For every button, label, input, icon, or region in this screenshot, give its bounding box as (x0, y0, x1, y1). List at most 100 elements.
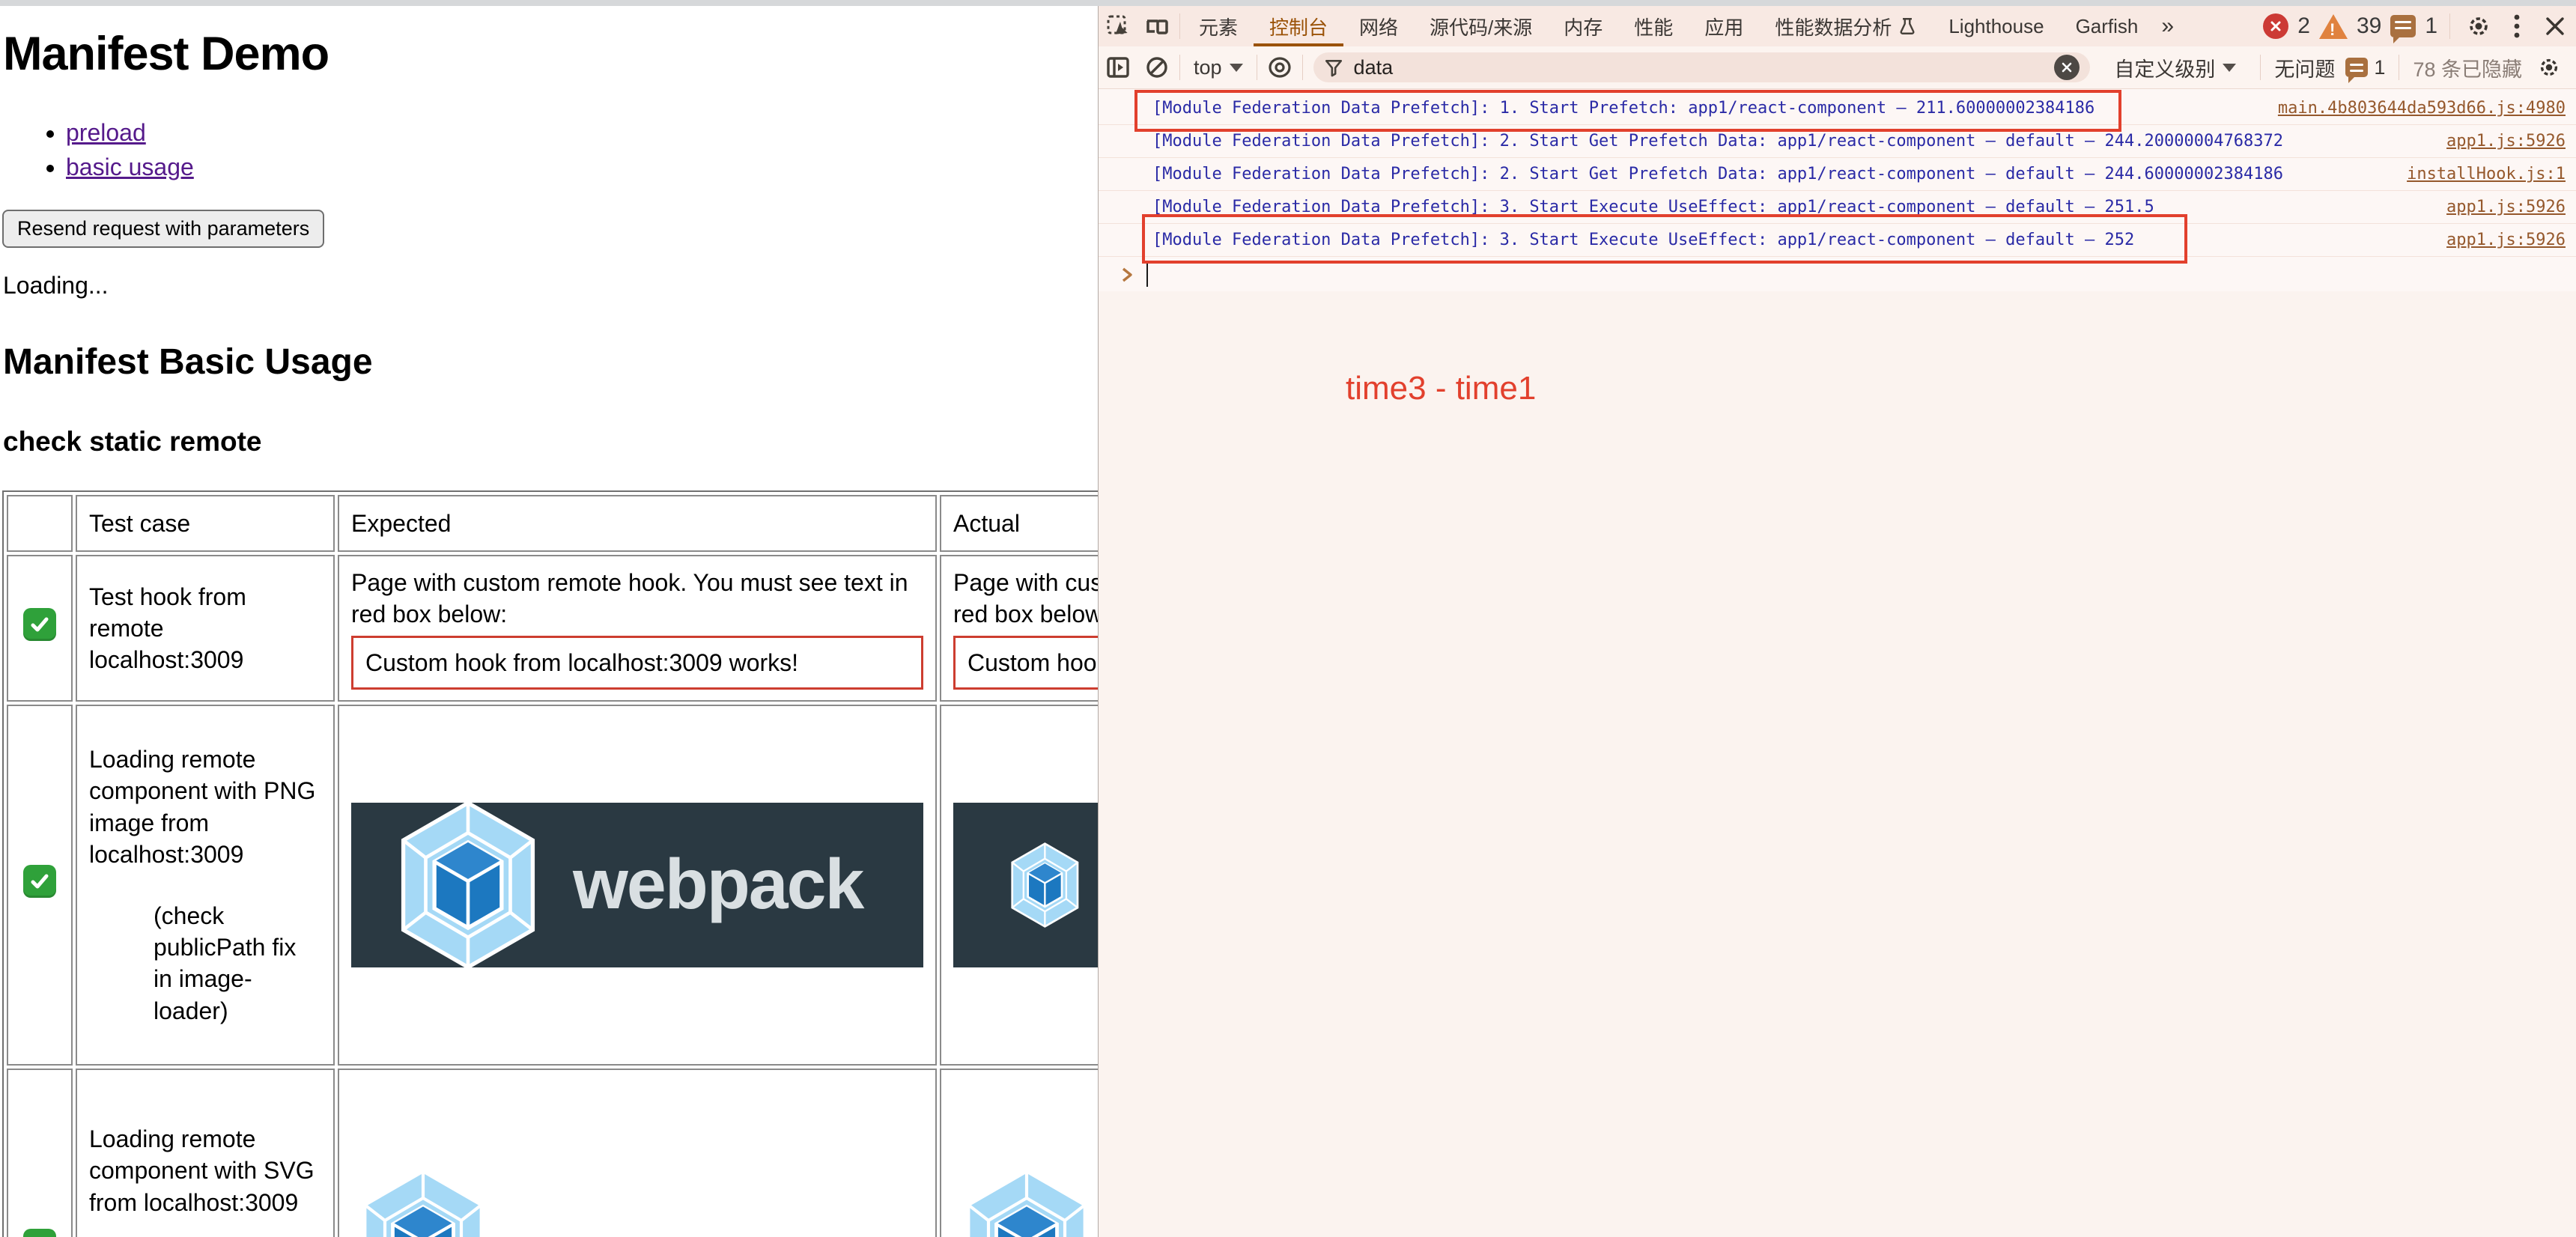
table-row: Loading remote component with PNG image … (7, 705, 1098, 1066)
status-cell (7, 705, 73, 1066)
actual-column-header: Actual (940, 495, 1098, 552)
expected-cell (338, 1069, 937, 1237)
warning-badge-icon[interactable]: ! (2319, 14, 2348, 39)
issues-counter[interactable]: 1 (2345, 56, 2385, 79)
console-settings-gear-icon[interactable] (2533, 55, 2566, 79)
console-message-text: [Module Federation Data Prefetch]: 2. St… (1152, 132, 2283, 151)
issues-count: 1 (2374, 56, 2385, 79)
console-messages: [Module Federation Data Prefetch]: 1. St… (1099, 89, 2576, 291)
inspect-element-button[interactable] (1099, 6, 1137, 46)
beaker-icon (1898, 16, 1917, 36)
live-expression-eye-icon[interactable] (1260, 56, 1299, 79)
expected-cell: webpack (338, 705, 937, 1066)
divider (1179, 55, 1180, 80)
test-case-note: (check publicPath fix in image-loader) (154, 900, 312, 1027)
error-count: 2 (2297, 13, 2310, 39)
tab-console[interactable]: 控制台 (1254, 6, 1343, 46)
preload-link[interactable]: preload (66, 119, 146, 146)
text-cursor (1146, 263, 1148, 287)
check-mark-button-emoji (23, 1229, 56, 1237)
tab-performance[interactable]: 性能 (1618, 6, 1689, 46)
filter-funnel-icon (1324, 58, 1343, 77)
console-sidebar-toggle-icon[interactable] (1099, 55, 1137, 79)
settings-gear-icon[interactable] (2462, 13, 2495, 39)
devtools-panel: 元素 控制台 网络 源代码/来源 内存 性能 应用 性能数据分析 Lightho… (1098, 6, 2576, 1237)
webpack-banner-image: webpack (351, 803, 923, 967)
divider (2260, 55, 2261, 80)
tab-elements[interactable]: 元素 (1183, 6, 1254, 46)
filter-input[interactable] (1352, 55, 2055, 80)
console-message-text: [Module Federation Data Prefetch]: 1. St… (1152, 99, 2094, 118)
console-message-text: [Module Federation Data Prefetch]: 2. St… (1152, 165, 2283, 183)
source-location-link[interactable]: app1.js:5926 (2424, 231, 2566, 249)
log-level-selector[interactable]: 自定义级别 (2103, 53, 2247, 82)
source-location-link[interactable]: app1.js:5926 (2424, 198, 2566, 216)
context-selector[interactable]: top (1183, 56, 1254, 79)
error-badge-icon[interactable] (2263, 13, 2288, 39)
console-filter-field[interactable] (1313, 52, 2091, 82)
actual-cell (940, 1069, 1098, 1237)
demo-page: Manifest Demo preload basic usage Resend… (0, 6, 1098, 1237)
source-location-link[interactable]: main.4b803644da593d66.js:4980 (2255, 99, 2566, 118)
expected-column-header: Expected (338, 495, 937, 552)
divider (1302, 55, 1303, 80)
tab-network[interactable]: 网络 (1343, 6, 1414, 46)
tab-sources[interactable]: 源代码/来源 (1414, 6, 1548, 46)
console-message-row[interactable]: [Module Federation Data Prefetch]: 2. St… (1099, 125, 2576, 158)
source-location-link[interactable]: app1.js:5926 (2424, 132, 2566, 151)
section-title: Manifest Basic Usage (3, 341, 1098, 383)
test-case-cell: Loading remote component with SVG from l… (76, 1069, 335, 1237)
console-message-row[interactable]: [Module Federation Data Prefetch]: 2. St… (1099, 158, 2576, 191)
no-issues-label[interactable]: 无问题 (2274, 53, 2335, 82)
console-toolbar: top 自定义级别 无问题 (1099, 46, 2576, 89)
close-devtools-icon[interactable] (2539, 16, 2572, 36)
test-case-text: Loading remote component with PNG image … (89, 744, 321, 870)
webpack-logo-icon (356, 1169, 490, 1237)
clear-console-icon[interactable] (1137, 55, 1176, 79)
test-case-text: Loading remote component with SVG from l… (89, 1123, 321, 1218)
check-mark-button-emoji (23, 865, 56, 898)
expected-description: Page with custom remote hook. You must s… (351, 567, 923, 630)
clear-filter-icon[interactable] (2054, 55, 2080, 80)
hidden-messages-label: 78 条已隐藏 (2413, 53, 2522, 82)
loading-text: Loading... (3, 272, 1098, 300)
webpack-banner-text: webpack (573, 838, 863, 931)
expected-red-box: Custom hook from localhost:3009 works! (351, 636, 923, 690)
annotation-text: time3 - time1 (1346, 370, 1536, 407)
device-toolbar-button[interactable] (1137, 6, 1176, 46)
expected-cell: Page with custom remote hook. You must s… (338, 555, 937, 702)
actual-red-box: Custom hook from localhost:3009 works! (953, 636, 1098, 690)
console-message-row[interactable]: [Module Federation Data Prefetch]: 3. St… (1099, 224, 2576, 257)
prompt-chevron-icon (1120, 266, 1134, 284)
source-location-link[interactable]: installHook.js:1 (2384, 165, 2566, 183)
console-message-row[interactable]: [Module Federation Data Prefetch]: 3. St… (1099, 191, 2576, 224)
resend-request-button[interactable]: Resend request with parameters (2, 210, 324, 248)
test-case-cell: Test hook from remote localhost:3009 (76, 555, 335, 702)
tab-memory[interactable]: 内存 (1548, 6, 1618, 46)
actual-cell: webpack (940, 705, 1098, 1066)
console-prompt[interactable] (1099, 258, 2576, 291)
test-case-column-header: Test case (76, 495, 335, 552)
table-row: Loading remote component with SVG from l… (7, 1069, 1098, 1237)
browser-chrome-edge (0, 0, 2576, 6)
tab-garfish[interactable]: Garfish (2060, 6, 2154, 46)
tab-performance-insights[interactable]: 性能数据分析 (1759, 6, 1933, 46)
webpack-logo-icon (1007, 813, 1083, 957)
devtools-status-badges: 2 ! 39 1 (2263, 6, 2576, 46)
divider (1179, 13, 1180, 39)
list-item: preload (66, 115, 1098, 150)
more-tabs-button[interactable]: » (2154, 6, 2181, 46)
message-badge-icon (2345, 58, 2368, 77)
tab-application[interactable]: 应用 (1689, 6, 1759, 46)
kebab-menu-icon[interactable] (2504, 13, 2530, 39)
table-row: Test hook from remote localhost:3009 Pag… (7, 555, 1098, 702)
status-cell (7, 555, 73, 702)
tab-lighthouse[interactable]: Lighthouse (1933, 6, 2059, 46)
nav-list: preload basic usage (0, 115, 1098, 184)
subsection-title: check static remote (3, 426, 1098, 458)
console-message-row[interactable]: [Module Federation Data Prefetch]: 1. St… (1099, 92, 2576, 125)
test-case-cell: Loading remote component with PNG image … (76, 705, 335, 1066)
basic-usage-link[interactable]: basic usage (66, 154, 194, 180)
message-badge-icon[interactable] (2390, 15, 2416, 37)
webpack-banner-image: webpack (953, 803, 1098, 967)
